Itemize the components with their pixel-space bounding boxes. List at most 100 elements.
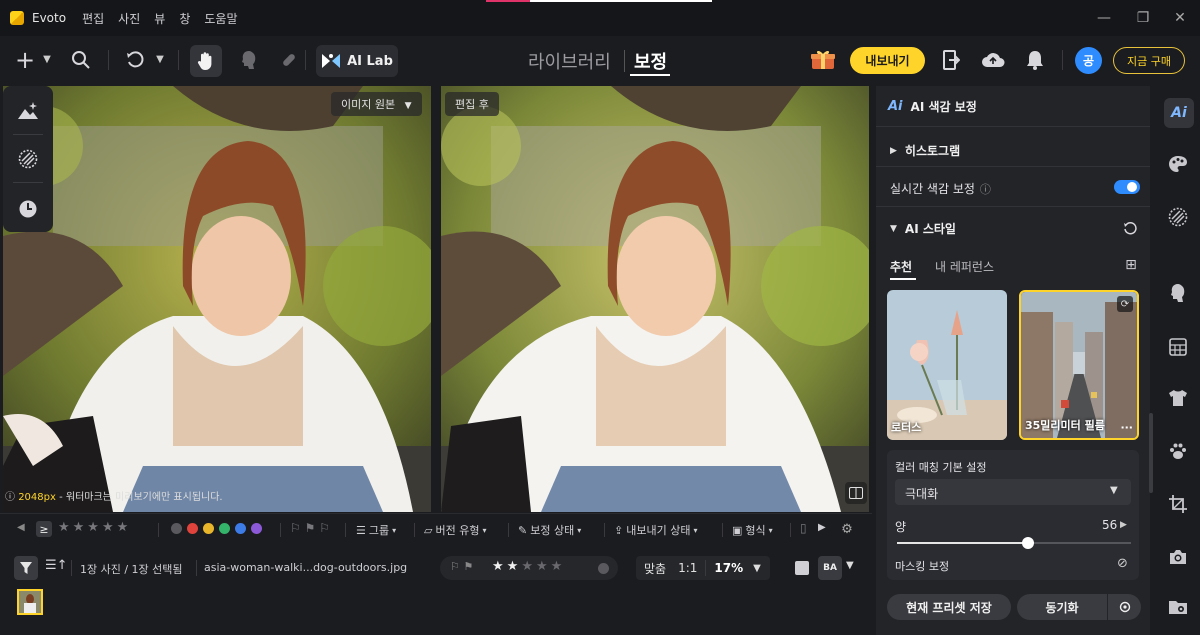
edit-status-filter[interactable]: ✎ 보정 상태 ▾ [518,522,581,538]
color-dot-yellow[interactable] [203,523,214,534]
masking-label: 마스킹 보정 [895,560,950,573]
compare-layout-icon[interactable] [845,482,867,504]
filter-icon[interactable] [14,556,38,580]
more-options-icon[interactable]: ··· [1120,421,1133,434]
history-icon[interactable] [15,196,41,222]
photo-before[interactable]: 이미지 원본 ▼ ⓘ 2048px - 워터마크는 미리보기에만 표시됩니다. [3,86,431,512]
panel-scrollbar[interactable] [1149,413,1153,493]
help-icon[interactable]: ⓘ [980,181,991,197]
camera-icon[interactable] [1165,544,1191,570]
divider [71,560,72,576]
reset-icon[interactable] [1120,218,1140,238]
buy-now-button[interactable]: 지금 구매 [1113,47,1185,74]
color-dot-red[interactable] [187,523,198,534]
zoom-1to1-button[interactable]: 1:1 [678,561,697,575]
histogram-section[interactable]: ▶ 히스토그램 [890,142,960,159]
menu-window[interactable]: 창 [179,10,190,27]
filmstrip-thumbnail[interactable] [17,589,43,615]
bandage-icon[interactable] [276,47,302,73]
background-grid-icon[interactable] [1165,334,1191,360]
chevron-down-icon[interactable]: ▼ [846,560,854,571]
photo-after[interactable]: 편집 후 [441,86,869,512]
portrait-ai-icon[interactable] [15,98,41,124]
color-dot-none[interactable] [171,523,182,534]
exit-door-icon[interactable] [940,48,962,72]
caret-right-icon[interactable]: ▶ [1120,520,1127,530]
color-dot-green[interactable] [219,523,230,534]
grain-icon[interactable] [15,146,41,172]
scroll-right-icon[interactable]: ▶ [818,522,826,533]
minimize-icon[interactable]: — [1094,8,1114,28]
clothing-icon[interactable] [1165,385,1191,411]
ai-color-icon[interactable]: Ai [1164,98,1194,128]
sync-settings-icon[interactable] [1108,594,1141,620]
ai-style-section[interactable]: ▼ AI 스타일 [890,220,956,237]
refresh-style-icon[interactable]: ⟳ [1117,296,1133,312]
tab-edit[interactable]: 보정 [634,48,667,74]
palette-icon[interactable] [1165,151,1191,177]
bell-icon[interactable] [1023,48,1047,72]
style-card-35mm-film[interactable]: 35밀리미터 필름 ··· ⟳ [1019,290,1139,440]
group-filter[interactable]: ☰ 그룹 ▾ [356,522,396,538]
version-filter[interactable]: ▱ 버전 유형 ▾ [424,522,486,538]
settings-gear-icon[interactable]: ⚙ [838,520,856,538]
chevron-down-icon[interactable]: ▼ [40,52,54,66]
color-dot-purple[interactable] [251,523,262,534]
menu-view[interactable]: 뷰 [154,10,165,27]
single-view-icon[interactable] [795,561,809,575]
menu-edit[interactable]: 편집 [82,10,104,27]
sort-icon[interactable]: ☰↑ [45,558,68,573]
scroll-left-icon[interactable]: ◀ [17,522,25,533]
cloud-icon[interactable] [980,48,1006,72]
hand-tool-button[interactable] [190,45,222,77]
ai-lab-button[interactable]: AI Lab [316,45,398,77]
color-label-filter[interactable] [171,523,262,534]
tab-my-reference[interactable]: 내 레퍼런스 [935,258,994,275]
color-dot-blue[interactable] [235,523,246,534]
format-filter[interactable]: ▣ 형식 ▾ [732,522,773,538]
folder-eye-icon[interactable] [1165,594,1191,620]
divider [13,182,43,183]
face-tool-icon[interactable] [236,47,262,73]
title-bar: Evoto 편집 사진 뷰 창 도움말 [0,0,1200,36]
amount-value[interactable]: 56 [1102,518,1117,532]
rating-filter-stars[interactable]: ★★★★★ [58,520,131,535]
face-profile-icon[interactable] [1165,280,1191,306]
paw-icon[interactable] [1165,438,1191,464]
compare-divider[interactable] [431,86,441,512]
color-label-dot[interactable] [598,563,609,574]
rating-stars[interactable]: ★★★★★ [492,559,565,574]
chevron-down-icon[interactable]: ▼ [153,52,167,66]
search-icon[interactable] [68,47,94,73]
close-icon[interactable]: ✕ [1170,8,1190,28]
more-filters-icon[interactable]: ▯ [800,521,807,535]
avatar[interactable]: 공 [1075,47,1102,74]
before-after-view-button[interactable]: BA [818,556,842,580]
gift-icon[interactable] [808,46,838,74]
menu-photo[interactable]: 사진 [118,10,140,27]
undo-icon[interactable] [122,47,148,73]
export-status-filter[interactable]: ⇪ 내보내기 상태 ▾ [614,522,697,538]
mask-brush-icon[interactable]: ⊘ [1117,556,1128,571]
tab-recommend[interactable]: 추천 [890,258,912,275]
flag-filter-icons[interactable]: ⚐ ⚑ ⚐ [290,521,330,535]
menu-help[interactable]: 도움말 [204,10,237,27]
zoom-fit-button[interactable]: 맞춤 [644,560,666,577]
flag-icons[interactable]: ⚐ ⚑ [450,560,473,573]
before-tag[interactable]: 이미지 원본 ▼ [331,92,422,116]
chevron-down-icon[interactable]: ▼ [753,563,761,574]
crop-icon[interactable] [1165,491,1191,517]
rating-filter-operator[interactable]: ≥ [36,521,52,537]
intensity-select[interactable]: 극대화 ▼ [895,479,1131,505]
zoom-level[interactable]: 17% [714,561,743,575]
tab-library[interactable]: 라이브러리 [528,48,611,74]
export-button[interactable]: 내보내기 [850,47,925,74]
restore-icon[interactable]: ❐ [1133,8,1153,28]
add-reference-icon[interactable]: ⊞ [1122,256,1140,274]
amount-slider-handle[interactable] [1022,537,1035,549]
texture-icon[interactable] [1165,204,1191,230]
sync-button[interactable]: 동기화 [1017,594,1107,620]
add-icon[interactable]: + [12,46,38,74]
save-preset-button[interactable]: 현재 프리셋 저장 [887,594,1011,620]
style-card-lotus[interactable]: 로터스 [887,290,1007,440]
